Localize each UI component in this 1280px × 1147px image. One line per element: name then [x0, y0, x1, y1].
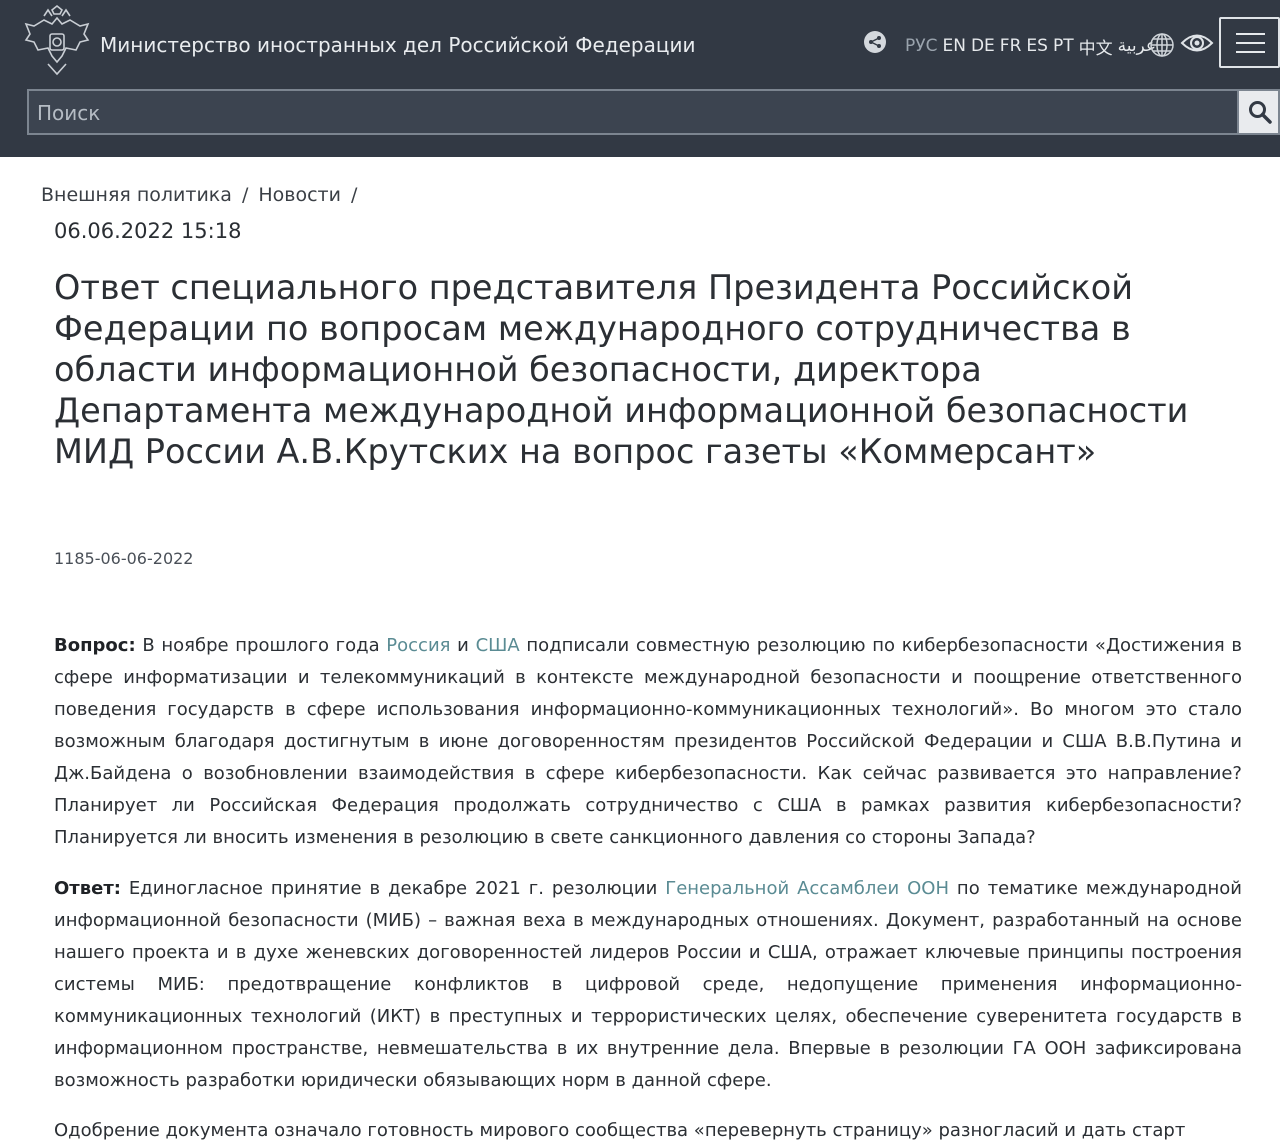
breadcrumb-item-foreign-policy[interactable]: Внешняя политика — [41, 184, 232, 206]
eye-icon[interactable] — [1180, 30, 1214, 56]
search-button[interactable] — [1237, 89, 1280, 135]
answer-text: по тематике международной информационной… — [54, 878, 1243, 1091]
question-text: В ноябре прошлого года — [135, 635, 387, 656]
link-usa[interactable]: США — [476, 635, 520, 656]
lang-ru[interactable]: РУС — [905, 36, 937, 56]
search-box — [27, 89, 1237, 135]
share-icon[interactable] — [864, 31, 886, 53]
question-text: подписали совместную резолюцию по киберб… — [54, 635, 1242, 848]
question-paragraph: Вопрос: В ноябре прошлого года Россия и … — [54, 630, 1242, 854]
link-russia[interactable]: Россия — [386, 635, 450, 656]
menu-button[interactable] — [1219, 17, 1280, 68]
coat-of-arms-emblem[interactable] — [22, 4, 92, 76]
lang-es[interactable]: ES — [1026, 36, 1048, 56]
search-icon — [1249, 101, 1272, 124]
lang-zh[interactable]: 中文 — [1079, 34, 1113, 59]
article-date: 06.06.2022 15:18 — [54, 219, 242, 243]
answer-text: Единогласное принятие в декабре 2021 г. … — [120, 878, 666, 899]
lang-pt[interactable]: PT — [1053, 36, 1074, 56]
site-title[interactable]: Министерство иностранных дел Российской … — [100, 33, 696, 57]
language-switcher: РУС EN DE FR ES PT 中文 عربية — [905, 34, 1161, 59]
breadcrumb: Внешняя политика / Новости / — [41, 184, 367, 206]
globe-icon[interactable] — [1148, 31, 1176, 59]
answer-label: Ответ: — [54, 878, 121, 899]
lang-fr[interactable]: FR — [1000, 36, 1022, 56]
body-paragraph: Одобрение документа означало готовность … — [54, 1120, 1186, 1141]
breadcrumb-item-news[interactable]: Новости — [258, 184, 341, 206]
breadcrumb-separator: / — [241, 184, 249, 206]
lang-de[interactable]: DE — [971, 36, 995, 56]
site-header: Министерство иностранных дел Российской … — [0, 0, 1280, 157]
question-label: Вопрос: — [54, 635, 136, 656]
search-input[interactable] — [37, 99, 1217, 127]
document-number: 1185-06-06-2022 — [54, 549, 194, 568]
breadcrumb-separator: / — [350, 184, 358, 206]
lang-en[interactable]: EN — [942, 36, 965, 56]
link-un-general-assembly[interactable]: Генеральной Ассамблеи ООН — [665, 878, 949, 899]
article-title: Ответ специального представителя Президе… — [54, 268, 1189, 471]
answer-paragraph: Ответ: Единогласное принятие в декабре 2… — [54, 873, 1242, 1097]
question-text: и — [450, 635, 476, 656]
